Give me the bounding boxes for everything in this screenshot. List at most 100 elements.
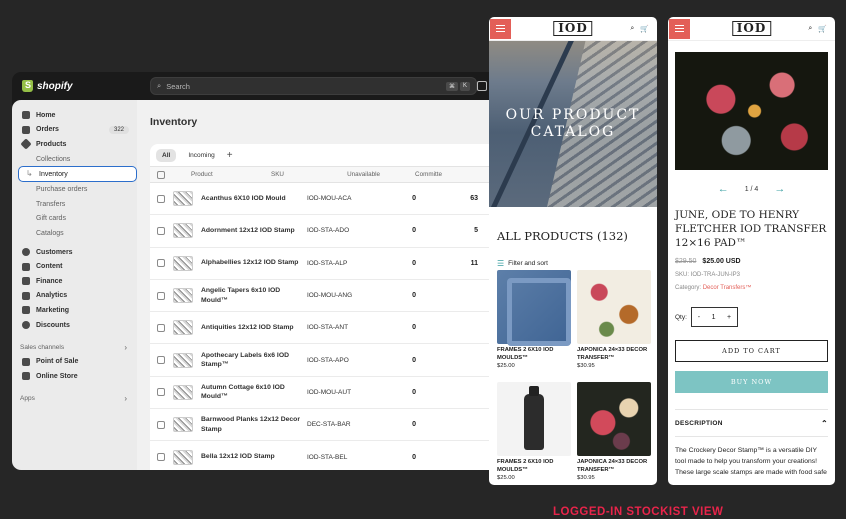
tab-incoming[interactable]: Incoming (182, 149, 220, 162)
unavailable-qty[interactable]: 0 (372, 292, 416, 299)
row-checkbox[interactable] (157, 259, 165, 268)
unavailable-qty[interactable]: 0 (372, 421, 416, 428)
row-checkbox[interactable] (157, 323, 165, 332)
nav-finance[interactable]: Finance (16, 274, 133, 289)
qty-minus-button[interactable]: - (698, 314, 700, 321)
arrow-right-icon[interactable]: → (774, 183, 785, 195)
row-checkbox[interactable] (157, 453, 165, 462)
menu-icon[interactable] (669, 18, 690, 39)
category-link[interactable]: Decor Transfers™ (703, 285, 752, 291)
product-card-image[interactable] (497, 270, 571, 346)
nav-home[interactable]: Home (16, 108, 133, 123)
search-icon[interactable]: ⌕ (808, 25, 812, 33)
nav-catalogs[interactable]: Catalogs (16, 226, 133, 241)
product-card[interactable]: FRAMES 2 6X10 IOD MOULDS™ $25.00 (497, 382, 571, 485)
nav-gift-cards[interactable]: Gift cards (16, 212, 133, 227)
unavailable-qty[interactable]: 0 (372, 324, 416, 331)
row-checkbox[interactable] (157, 194, 165, 203)
table-row[interactable]: Angelic Tapers 6x10 IOD Mould™ IOD-MOU-AN… (150, 280, 512, 313)
description-accordion[interactable]: DESCRIPTION ⌃ (675, 409, 828, 437)
product-card-image[interactable] (577, 270, 651, 344)
nav-point-of-sale[interactable]: Point of Sale (16, 354, 133, 369)
product-price: $29.50 $25.00 USD (668, 250, 835, 265)
menu-icon[interactable] (490, 18, 511, 39)
tab-all[interactable]: All (156, 148, 177, 162)
cart-icon[interactable]: 🛒 (640, 25, 649, 33)
qty-plus-button[interactable]: + (727, 314, 731, 321)
row-checkbox[interactable] (157, 356, 165, 365)
nav-analytics[interactable]: Analytics (16, 289, 133, 304)
nav-transfers[interactable]: Transfers (16, 197, 133, 212)
nav-marketing[interactable]: Marketing (16, 303, 133, 318)
quantity-stepper[interactable]: - 1 + (690, 307, 738, 327)
table-row[interactable]: Acanthus 6X10 IOD Mould IOD-MOU-ACA 0 63 (150, 183, 512, 216)
nav-content[interactable]: Content (16, 259, 133, 274)
table-row[interactable]: Alphabellies 12x12 IOD Stamp IOD-STA-ALP 0… (150, 248, 512, 280)
product-card[interactable]: FRAMES 2 6X10 IOD MOULDS™ $25.00 (497, 270, 571, 382)
store-switcher-icon[interactable] (477, 81, 487, 91)
nav-collections[interactable]: Collections (16, 152, 133, 167)
row-checkbox[interactable] (157, 388, 165, 397)
product-name[interactable]: Bella 12x12 IOD Stamp (201, 452, 307, 462)
product-image[interactable] (675, 52, 828, 170)
select-all-checkbox[interactable] (157, 170, 165, 179)
nav-inventory[interactable]: ↳ Inventory (18, 166, 137, 183)
search-bar[interactable]: ⌕ Search ⌘ K (150, 77, 477, 95)
table-row[interactable]: Antiquities 12x12 IOD Stamp IOD-STA-ANT 0 (150, 312, 512, 345)
unavailable-qty[interactable]: 0 (372, 389, 416, 396)
unavailable-qty[interactable]: 0 (372, 454, 416, 461)
nav-products[interactable]: Products (16, 137, 133, 152)
nav-orders[interactable]: Orders 322 (16, 123, 133, 138)
col-committed[interactable]: Committe (380, 171, 442, 178)
qty-value[interactable]: 1 (712, 314, 716, 321)
unavailable-qty[interactable]: 0 (372, 195, 416, 202)
brand-logo[interactable]: IOD (553, 21, 593, 36)
col-unavailable[interactable]: Unavailable (336, 171, 380, 178)
cart-icon[interactable]: 🛒 (818, 25, 827, 33)
product-name[interactable]: Alphabellies 12x12 IOD Stamp (201, 258, 307, 268)
product-name[interactable]: Angelic Tapers 6x10 IOD Mould™ (201, 286, 307, 305)
product-card-image[interactable] (577, 382, 651, 456)
product-name[interactable]: Antiquities 12x12 IOD Stamp (201, 323, 307, 333)
row-checkbox[interactable] (157, 226, 165, 235)
shopify-logo[interactable]: shopify (22, 80, 140, 92)
search-icon[interactable]: ⌕ (630, 25, 634, 33)
product-card-name[interactable]: FRAMES 2 6X10 IOD MOULDS™ (497, 459, 571, 474)
product-card[interactable]: JAPONICA 24×33 DECOR TRANSFER™ $30.95 (577, 270, 651, 382)
apps-header[interactable]: Apps › (16, 392, 133, 406)
col-product[interactable]: Product (165, 171, 271, 178)
product-name[interactable]: Acanthus 6X10 IOD Mould (201, 194, 307, 204)
table-row[interactable]: Apothecary Labels 6x6 IOD Stamp™ IOD-STA-… (150, 344, 512, 377)
store-icon (22, 372, 30, 381)
product-name[interactable]: Apothecary Labels 6x6 IOD Stamp™ (201, 351, 307, 370)
arrow-left-icon[interactable]: ← (718, 183, 729, 195)
table-row[interactable]: Barnwood Planks 12x12 Decor Stamp DEC-STA… (150, 409, 512, 442)
product-card-name[interactable]: JAPONICA 24×33 DECOR TRANSFER™ (577, 347, 651, 362)
unavailable-qty[interactable]: 0 (372, 357, 416, 364)
add-to-cart-button[interactable]: ADD TO CART (675, 340, 828, 362)
buy-now-button[interactable]: BUY NOW (675, 371, 828, 393)
product-card-name[interactable]: FRAMES 2 6X10 IOD MOULDS™ (497, 347, 571, 362)
sales-channels-header[interactable]: Sales channels › (16, 340, 133, 354)
product-name[interactable]: Barnwood Planks 12x12 Decor Stamp (201, 415, 307, 434)
unavailable-qty[interactable]: 0 (372, 260, 416, 267)
table-row[interactable]: Autumn Cottage 6x10 IOD Mould™ IOD-MOU-AU… (150, 377, 512, 410)
filter-sort-button[interactable]: ☰ Filter and sort (489, 252, 657, 270)
product-card-image[interactable] (497, 382, 571, 456)
nav-discounts[interactable]: Discounts (16, 318, 133, 333)
product-name[interactable]: Adornment 12x12 IOD Stamp (201, 226, 307, 236)
nav-purchase-orders[interactable]: Purchase orders (16, 182, 133, 197)
table-row[interactable]: Adornment 12x12 IOD Stamp IOD-STA-ADO 0 5 (150, 215, 512, 248)
table-row[interactable]: Bella 12x12 IOD Stamp IOD-STA-BEL 0 (150, 441, 512, 470)
product-card[interactable]: JAPONICA 24×33 DECOR TRANSFER™ $30.95 (577, 382, 651, 485)
nav-customers[interactable]: Customers (16, 245, 133, 260)
product-name[interactable]: Autumn Cottage 6x10 IOD Mould™ (201, 383, 307, 402)
row-checkbox[interactable] (157, 420, 165, 429)
row-checkbox[interactable] (157, 291, 165, 300)
product-card-name[interactable]: JAPONICA 24×33 DECOR TRANSFER™ (577, 459, 651, 474)
nav-online-store[interactable]: Online Store (16, 369, 133, 384)
unavailable-qty[interactable]: 0 (372, 227, 416, 234)
add-view-icon[interactable]: + (227, 150, 233, 161)
col-sku[interactable]: SKU (271, 171, 336, 178)
brand-logo[interactable]: IOD (731, 21, 772, 36)
